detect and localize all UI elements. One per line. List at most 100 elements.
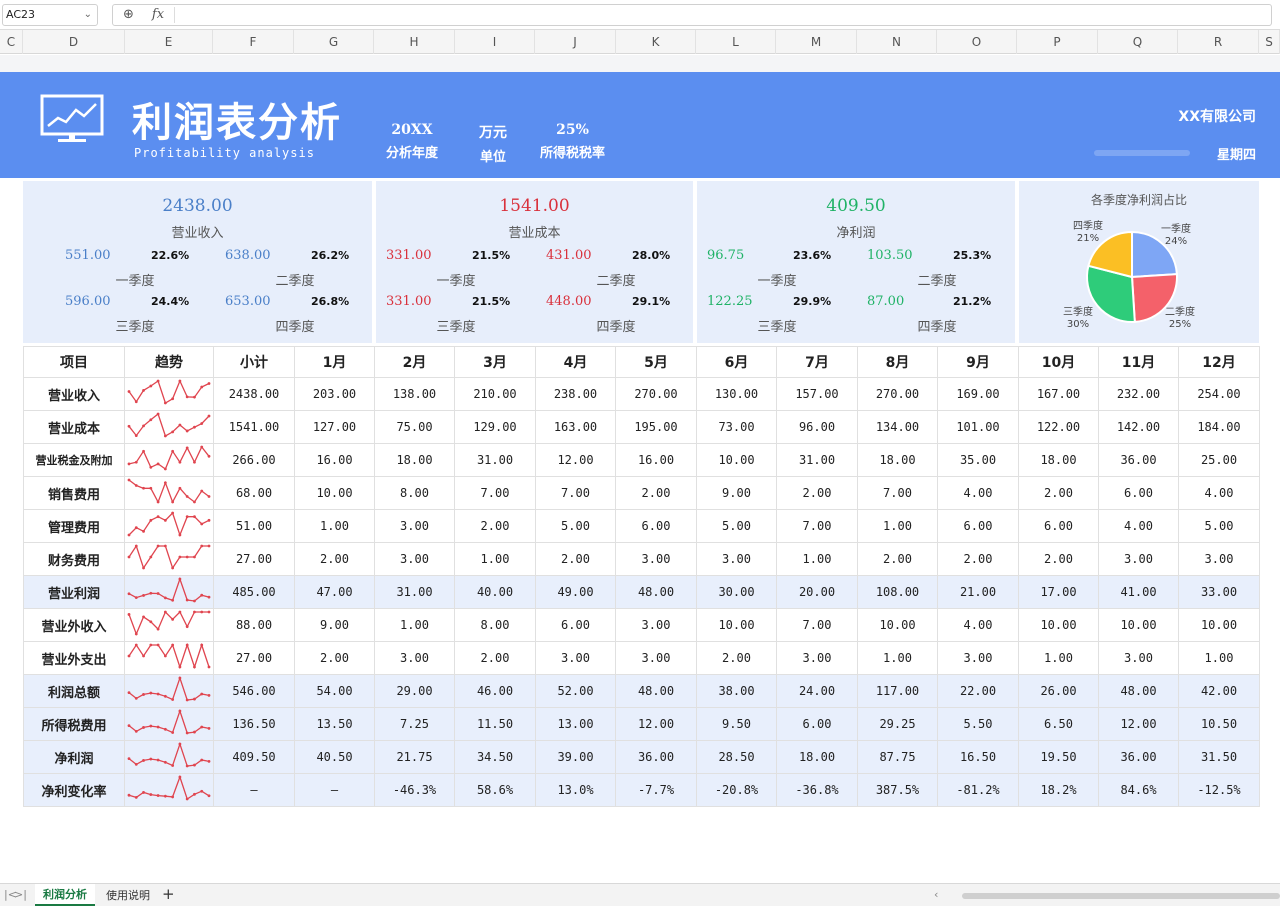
month-cell[interactable]: 10.00	[1018, 608, 1099, 643]
column-header-f[interactable]: F	[213, 30, 294, 54]
header-cell[interactable]: 4月	[535, 345, 616, 379]
column-header-s[interactable]: S	[1259, 30, 1280, 54]
month-cell[interactable]: 25.00	[1178, 443, 1260, 478]
row-label[interactable]: 净利变化率	[23, 773, 125, 808]
month-cell[interactable]: 20.00	[776, 575, 858, 610]
subtotal-cell[interactable]: 27.00	[213, 542, 295, 577]
formula-input-area[interactable]: ⊕ fx	[112, 3, 1272, 26]
month-cell[interactable]: 13.0%	[535, 773, 616, 808]
month-cell[interactable]: 21.00	[937, 575, 1019, 610]
month-cell[interactable]: 10.00	[1098, 608, 1179, 643]
header-cell[interactable]: 小计	[213, 345, 295, 379]
month-cell[interactable]: 4.00	[937, 608, 1019, 643]
month-cell[interactable]: 387.5%	[857, 773, 938, 808]
month-cell[interactable]: 3.00	[615, 608, 697, 643]
month-cell[interactable]: 6.00	[1018, 509, 1099, 544]
month-cell[interactable]: 6.00	[776, 707, 858, 742]
add-sheet-button[interactable]: +	[162, 885, 175, 903]
column-header-o[interactable]: O	[937, 30, 1017, 54]
month-cell[interactable]: 238.00	[535, 377, 616, 412]
month-cell[interactable]: 167.00	[1018, 377, 1099, 412]
month-cell[interactable]: 10.00	[1178, 608, 1260, 643]
month-cell[interactable]: 3.00	[937, 641, 1019, 676]
month-cell[interactable]: 3.00	[374, 509, 455, 544]
month-cell[interactable]: 96.00	[776, 410, 858, 445]
month-cell[interactable]: 12.00	[1098, 707, 1179, 742]
month-cell[interactable]: -20.8%	[696, 773, 777, 808]
month-cell[interactable]: 31.00	[454, 443, 536, 478]
month-cell[interactable]: 117.00	[857, 674, 938, 709]
month-cell[interactable]: 30.00	[696, 575, 777, 610]
month-cell[interactable]: 1.00	[374, 608, 455, 643]
column-header-e[interactable]: E	[125, 30, 213, 54]
month-cell[interactable]: 2.00	[535, 542, 616, 577]
month-cell[interactable]: 157.00	[776, 377, 858, 412]
month-cell[interactable]: 3.00	[1098, 542, 1179, 577]
month-cell[interactable]: 26.00	[1018, 674, 1099, 709]
month-cell[interactable]: 18.00	[857, 443, 938, 478]
header-cell[interactable]: 2月	[374, 345, 455, 379]
row-label[interactable]: 所得税费用	[23, 707, 125, 742]
month-cell[interactable]: 36.00	[615, 740, 697, 775]
month-cell[interactable]: —	[294, 773, 375, 808]
month-cell[interactable]: 1.00	[857, 509, 938, 544]
row-label[interactable]: 营业成本	[23, 410, 125, 445]
month-cell[interactable]: 34.50	[454, 740, 536, 775]
header-cell[interactable]: 3月	[454, 345, 536, 379]
month-cell[interactable]: 5.00	[1178, 509, 1260, 544]
month-cell[interactable]: 6.00	[1098, 476, 1179, 511]
month-cell[interactable]: 108.00	[857, 575, 938, 610]
month-cell[interactable]: 18.00	[1018, 443, 1099, 478]
month-cell[interactable]: 3.00	[696, 542, 777, 577]
header-cell[interactable]: 10月	[1018, 345, 1099, 379]
zoom-icon[interactable]: ⊕	[123, 7, 134, 22]
month-cell[interactable]: 3.00	[615, 542, 697, 577]
month-cell[interactable]: 31.00	[374, 575, 455, 610]
month-cell[interactable]: 232.00	[1098, 377, 1179, 412]
month-cell[interactable]: 46.00	[454, 674, 536, 709]
month-cell[interactable]: 54.00	[294, 674, 375, 709]
trend-cell[interactable]	[124, 476, 214, 511]
row-label[interactable]: 财务费用	[23, 542, 125, 577]
month-cell[interactable]: 5.00	[696, 509, 777, 544]
month-cell[interactable]: 2.00	[1018, 476, 1099, 511]
trend-cell[interactable]	[124, 773, 214, 808]
month-cell[interactable]: 9.00	[696, 476, 777, 511]
header-cell[interactable]: 11月	[1098, 345, 1179, 379]
column-header-n[interactable]: N	[857, 30, 937, 54]
month-cell[interactable]: 4.00	[1098, 509, 1179, 544]
row-label[interactable]: 营业税金及附加	[23, 443, 125, 478]
month-cell[interactable]: 184.00	[1178, 410, 1260, 445]
column-header-d[interactable]: D	[23, 30, 125, 54]
row-label[interactable]: 管理费用	[23, 509, 125, 544]
month-cell[interactable]: 270.00	[615, 377, 697, 412]
month-cell[interactable]: 52.00	[535, 674, 616, 709]
row-label[interactable]: 营业收入	[23, 377, 125, 412]
month-cell[interactable]: 10.00	[696, 443, 777, 478]
horizontal-scrollbar[interactable]	[962, 893, 1280, 899]
month-cell[interactable]: 38.00	[696, 674, 777, 709]
header-cell[interactable]: 6月	[696, 345, 777, 379]
row-label[interactable]: 营业外支出	[23, 641, 125, 676]
month-cell[interactable]: 8.00	[454, 608, 536, 643]
subtotal-cell[interactable]: 51.00	[213, 509, 295, 544]
month-cell[interactable]: 5.00	[535, 509, 616, 544]
month-cell[interactable]: 7.25	[374, 707, 455, 742]
month-cell[interactable]: 4.00	[937, 476, 1019, 511]
month-cell[interactable]: 31.50	[1178, 740, 1260, 775]
trend-cell[interactable]	[124, 608, 214, 643]
month-cell[interactable]: 10.00	[696, 608, 777, 643]
month-cell[interactable]: 18.00	[776, 740, 858, 775]
header-cell[interactable]: 9月	[937, 345, 1019, 379]
month-cell[interactable]: 40.00	[454, 575, 536, 610]
month-cell[interactable]: 6.00	[535, 608, 616, 643]
month-cell[interactable]: 2.00	[1018, 542, 1099, 577]
month-cell[interactable]: 31.00	[776, 443, 858, 478]
column-header-h[interactable]: H	[374, 30, 455, 54]
month-cell[interactable]: 16.00	[615, 443, 697, 478]
month-cell[interactable]: 9.50	[696, 707, 777, 742]
month-cell[interactable]: 270.00	[857, 377, 938, 412]
month-cell[interactable]: 3.00	[535, 641, 616, 676]
month-cell[interactable]: 19.50	[1018, 740, 1099, 775]
month-cell[interactable]: 1.00	[1178, 641, 1260, 676]
